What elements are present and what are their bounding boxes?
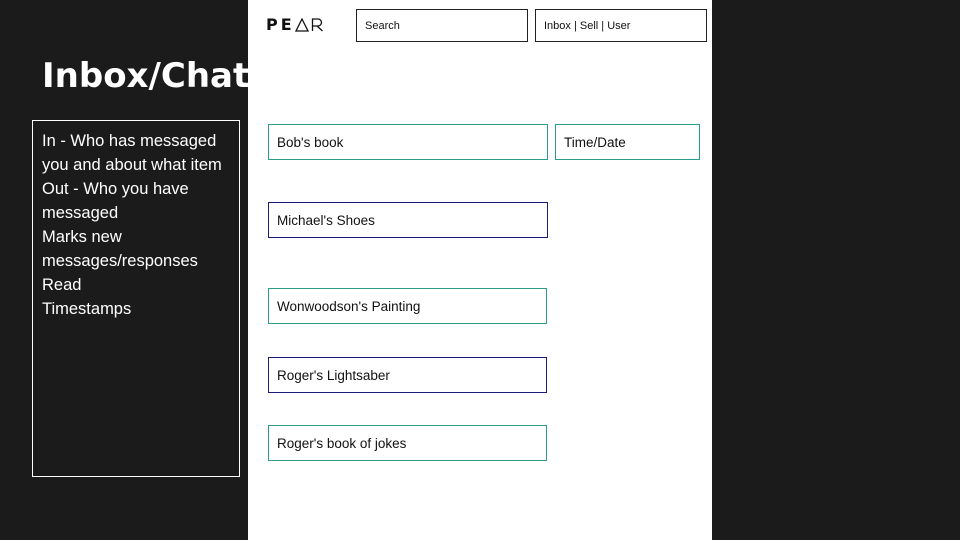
note-line: Timestamps (42, 300, 132, 318)
note-line: In - Who has messaged you and about what… (42, 132, 222, 174)
logo-r-icon (311, 18, 323, 32)
note-line: Read (42, 276, 82, 294)
conversation-item[interactable]: Roger's book of jokes (268, 425, 547, 461)
nav-menu[interactable]: Inbox | Sell | User (535, 9, 707, 42)
conversation-item[interactable]: Wonwoodson's Painting (268, 288, 547, 324)
logo-letter-p: P (266, 15, 279, 34)
conversation-item[interactable]: Michael's Shoes (268, 202, 548, 238)
pear-logo[interactable]: P E (266, 16, 324, 34)
conversation-item[interactable]: Roger's Lightsaber (268, 357, 547, 393)
slide-title: Inbox/Chat (42, 56, 250, 96)
search-input[interactable]: Search (356, 9, 528, 42)
note-line: Out - Who you have messaged (42, 180, 189, 222)
notes-box: In - Who has messaged you and about what… (32, 120, 240, 477)
note-line: Marks new messages/responses (42, 228, 198, 270)
logo-triangle-icon (294, 18, 309, 32)
logo-letter-e: E (280, 15, 293, 34)
timestamp-field: Time/Date (555, 124, 700, 160)
app-mockup: P E Search Inbox | Sell | User Bob's boo… (248, 0, 712, 540)
conversation-item[interactable]: Bob's book (268, 124, 548, 160)
